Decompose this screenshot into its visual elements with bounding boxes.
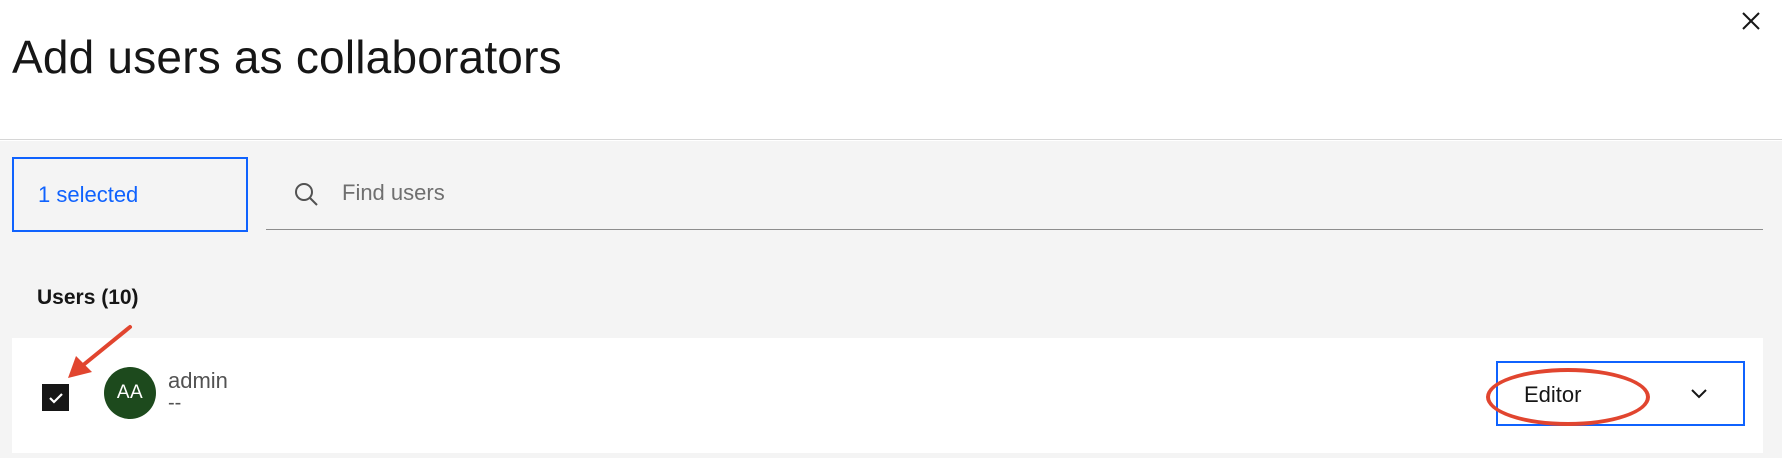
role-dropdown[interactable]: Editor [1496, 361, 1745, 426]
user-name: admin [168, 368, 228, 393]
search-icon [295, 183, 318, 206]
user-subtitle: -- [168, 392, 182, 414]
selected-count-tag[interactable]: 1 selected [12, 157, 248, 232]
search-bar [266, 157, 1763, 230]
user-row[interactable]: AA admin -- Editor [12, 338, 1763, 453]
dialog-body: 1 selected Users (10) AA admin -- Editor [0, 141, 1782, 458]
chevron-down-icon [1691, 389, 1707, 399]
checkmark-icon [48, 392, 63, 404]
dialog-header: Add users as collaborators [0, 0, 1782, 140]
close-icon [1742, 12, 1760, 30]
close-button[interactable] [1736, 6, 1766, 36]
dialog-title: Add users as collaborators [12, 31, 562, 83]
avatar: AA [104, 367, 156, 419]
users-section-label: Users (10) [37, 286, 139, 309]
search-input[interactable] [342, 157, 1742, 229]
role-dropdown-value: Editor [1524, 382, 1582, 407]
user-checkbox[interactable] [42, 384, 69, 411]
